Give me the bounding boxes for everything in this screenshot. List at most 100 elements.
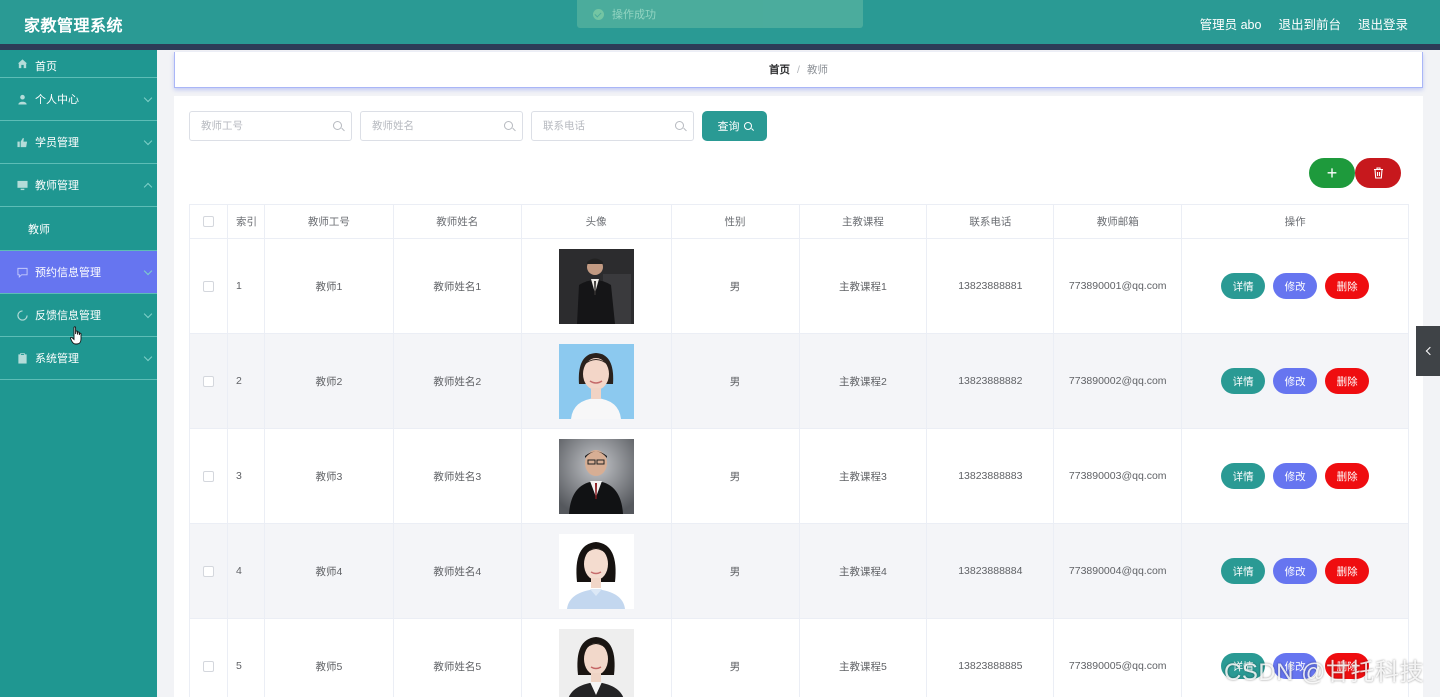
avatar[interactable]	[558, 248, 634, 324]
header-phone: 联系电话	[927, 205, 1055, 238]
admin-user-label[interactable]: 管理员 abo	[1200, 14, 1262, 33]
cell-teacher-no: 教师3	[265, 429, 394, 523]
cell-email: 773890002@qq.com	[1054, 334, 1183, 428]
cell-actions: 详情 修改 删除	[1182, 429, 1409, 523]
header-teacher-no: 教师工号	[265, 205, 394, 238]
cell-avatar	[522, 619, 672, 697]
teacher-name-search[interactable]	[360, 111, 523, 141]
delete-button[interactable]: 删除	[1325, 368, 1370, 394]
phone-input[interactable]	[532, 112, 693, 140]
cell-email: 773890001@qq.com	[1054, 239, 1183, 333]
header-index: 索引	[228, 205, 265, 238]
detail-button[interactable]: 详情	[1221, 558, 1266, 584]
detail-button[interactable]: 详情	[1221, 463, 1266, 489]
cell-avatar	[522, 334, 672, 428]
cell-phone: 13823888882	[927, 334, 1055, 428]
app-title: 家教管理系统	[24, 18, 124, 35]
cell-teacher-name: 教师姓名1	[394, 239, 522, 333]
table-row: 4 教师4 教师姓名4 男 主教课程4 13823888884 77389000…	[190, 524, 1409, 619]
cell-teacher-name: 教师姓名2	[394, 334, 522, 428]
cell-actions: 详情 修改 删除	[1182, 334, 1409, 428]
cell-teacher-name: 教师姓名4	[394, 524, 522, 618]
main-content: 查询 + 索引 教师工号 教师姓名 头像 性别 主教课程 联系电话 教师邮箱 操…	[174, 96, 1423, 697]
sidebar-item-label: 学员管理	[35, 137, 79, 149]
detail-button[interactable]: 详情	[1221, 273, 1266, 299]
chevron-down-icon	[143, 352, 153, 362]
checkbox-cell	[190, 334, 228, 428]
chat-icon	[17, 267, 28, 278]
cell-actions: 详情 修改 删除	[1182, 524, 1409, 618]
watermark: CSDN @甘托科技	[1224, 659, 1425, 686]
avatar[interactable]	[558, 438, 634, 514]
sidebar-item-label: 教师	[28, 223, 50, 236]
cell-course: 主教课程4	[800, 524, 928, 618]
sidebar-subitem-teacher[interactable]: 教师	[0, 207, 157, 251]
cell-index: 1	[228, 239, 265, 333]
sidebar-item-students[interactable]: 学员管理	[0, 121, 157, 164]
sidebar-item-label: 预约信息管理	[35, 267, 101, 279]
cell-teacher-no: 教师5	[265, 619, 394, 697]
cell-teacher-name: 教师姓名5	[394, 619, 522, 697]
chevron-down-icon	[143, 266, 153, 276]
teacher-no-input[interactable]	[190, 112, 351, 140]
loading-icon	[17, 309, 28, 321]
sidebar-item-personal-center[interactable]: 个人中心	[0, 78, 157, 121]
home-icon	[17, 58, 28, 69]
edit-button[interactable]: 修改	[1273, 558, 1318, 584]
checkbox-cell	[190, 239, 228, 333]
delete-button[interactable]: 删除	[1325, 558, 1370, 584]
breadcrumb-current: 教师	[806, 64, 828, 76]
teacher-no-search[interactable]	[189, 111, 352, 141]
row-checkbox[interactable]	[202, 375, 214, 387]
query-button[interactable]: 查询	[702, 111, 767, 141]
logout-link[interactable]: 退出登录	[1358, 14, 1408, 33]
edit-button[interactable]: 修改	[1273, 463, 1318, 489]
chevron-down-icon	[143, 93, 153, 103]
teacher-name-input[interactable]	[361, 112, 522, 140]
table-row: 2 教师2 教师姓名2 男 主教课程2 13823888882 77389000…	[190, 334, 1409, 429]
row-checkbox[interactable]	[202, 470, 214, 482]
collapse-panel-tab[interactable]	[1416, 326, 1440, 376]
row-checkbox[interactable]	[202, 660, 214, 672]
delete-button[interactable]: 删除	[1325, 273, 1370, 299]
delete-button[interactable]: 删除	[1325, 463, 1370, 489]
search-icon	[504, 121, 513, 130]
search-icon	[675, 121, 684, 130]
table-row: 1 教师1 教师姓名1 男 主教课程1 13823888881 77389000…	[190, 239, 1409, 334]
cell-teacher-no: 教师1	[265, 239, 394, 333]
cell-index: 2	[228, 334, 265, 428]
batch-delete-button[interactable]	[1355, 158, 1401, 188]
sidebar-item-teachers[interactable]: 教师管理	[0, 164, 157, 207]
avatar[interactable]	[558, 343, 634, 419]
header-actions: 操作	[1182, 205, 1409, 238]
cell-avatar	[522, 429, 672, 523]
chevron-left-icon	[1425, 346, 1434, 356]
sidebar: 首页 个人中心 学员管理 教师管理 教师 预约信息管理 反馈信息管理 系统管理	[0, 50, 157, 697]
cell-actions: 详情 修改 删除	[1182, 239, 1409, 333]
chevron-up-icon	[143, 182, 153, 192]
edit-button[interactable]: 修改	[1273, 368, 1318, 394]
cell-avatar	[522, 524, 672, 618]
header-checkbox-cell	[190, 205, 228, 238]
detail-button[interactable]: 详情	[1221, 368, 1266, 394]
row-checkbox[interactable]	[202, 565, 214, 577]
cell-index: 4	[228, 524, 265, 618]
breadcrumb-separator: /	[797, 63, 800, 76]
avatar[interactable]	[558, 533, 634, 609]
edit-button[interactable]: 修改	[1273, 273, 1318, 299]
back-to-front-link[interactable]: 退出到前台	[1278, 14, 1341, 33]
cell-course: 主教课程3	[800, 429, 928, 523]
header-avatar: 头像	[522, 205, 672, 238]
sidebar-item-home[interactable]: 首页	[0, 50, 157, 78]
avatar[interactable]	[558, 628, 634, 697]
table-header-row: 索引 教师工号 教师姓名 头像 性别 主教课程 联系电话 教师邮箱 操作	[190, 205, 1409, 239]
phone-search[interactable]	[531, 111, 694, 141]
cell-teacher-no: 教师2	[265, 334, 394, 428]
row-checkbox[interactable]	[202, 280, 214, 292]
select-all-checkbox[interactable]	[202, 216, 214, 227]
add-button[interactable]: +	[1309, 158, 1355, 188]
user-icon	[17, 94, 28, 105]
hand-cursor-icon	[70, 326, 82, 345]
breadcrumb-home[interactable]: 首页	[769, 62, 790, 77]
sidebar-item-appointments[interactable]: 预约信息管理	[0, 251, 157, 294]
